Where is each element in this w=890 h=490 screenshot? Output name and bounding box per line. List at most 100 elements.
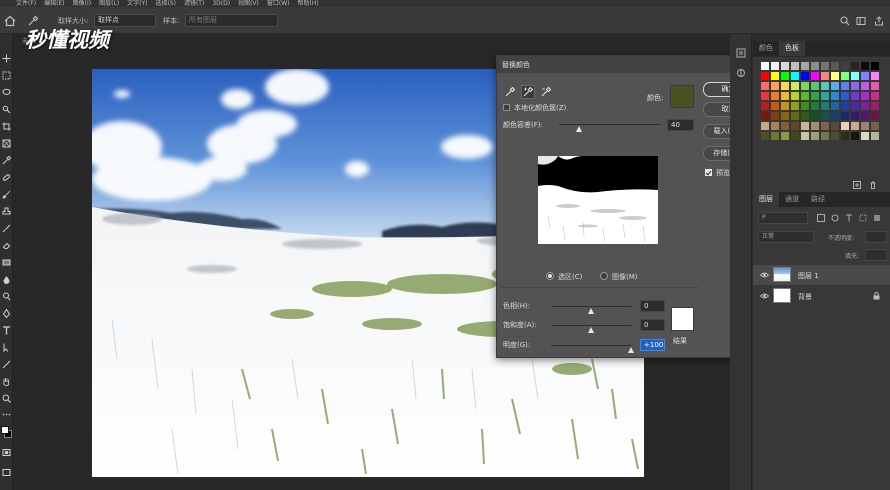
menu-file[interactable]: 文件(F) xyxy=(12,0,40,7)
menu-3d[interactable]: 3D(D) xyxy=(208,0,234,7)
swatch[interactable] xyxy=(861,122,869,130)
swatch[interactable] xyxy=(851,102,859,110)
swatch[interactable] xyxy=(831,72,839,80)
swatch[interactable] xyxy=(781,72,789,80)
eraser-tool-icon[interactable] xyxy=(2,241,11,250)
swatch[interactable] xyxy=(861,82,869,90)
swatch[interactable] xyxy=(781,122,789,130)
tab-swatches[interactable]: 色板 xyxy=(779,41,805,56)
swatch[interactable] xyxy=(801,112,809,120)
swatch[interactable] xyxy=(841,122,849,130)
line-tool-icon[interactable] xyxy=(2,360,11,369)
swatch[interactable] xyxy=(771,82,779,90)
swatch[interactable] xyxy=(841,102,849,110)
swatch[interactable] xyxy=(871,92,879,100)
swatch[interactable] xyxy=(871,82,879,90)
filter-pixel-icon[interactable] xyxy=(817,214,825,222)
more-tools-icon[interactable] xyxy=(2,410,11,419)
eyedropper-plus-icon[interactable] xyxy=(521,85,535,99)
layer-row[interactable]: 图层 1 xyxy=(753,265,890,285)
swatch[interactable] xyxy=(831,122,839,130)
menu-window[interactable]: 窗口(W) xyxy=(263,0,294,7)
swatch[interactable] xyxy=(861,132,869,140)
tab-paths[interactable]: 路径 xyxy=(805,192,831,207)
frame-tool-icon[interactable] xyxy=(2,139,11,148)
swatch[interactable] xyxy=(791,132,799,140)
swatch[interactable] xyxy=(791,122,799,130)
hand-tool-icon[interactable] xyxy=(2,377,11,386)
fuzziness-input[interactable]: 40 xyxy=(667,119,694,131)
saturation-slider[interactable] xyxy=(551,325,631,326)
filter-type-icon[interactable] xyxy=(845,214,853,222)
swatch[interactable] xyxy=(831,92,839,100)
swatch[interactable] xyxy=(861,112,869,120)
saturation-input[interactable]: 0 xyxy=(640,319,665,331)
swatch[interactable] xyxy=(841,72,849,80)
menu-help[interactable]: 帮助(H) xyxy=(294,0,323,7)
swatch[interactable] xyxy=(851,72,859,80)
swatch[interactable] xyxy=(761,122,769,130)
swatch[interactable] xyxy=(771,72,779,80)
swatch[interactable] xyxy=(851,112,859,120)
swatch[interactable] xyxy=(781,92,789,100)
quick-select-tool-icon[interactable] xyxy=(2,105,11,114)
foreground-color-swatch[interactable] xyxy=(1,426,9,434)
swatch[interactable] xyxy=(871,62,879,70)
healing-brush-icon[interactable] xyxy=(2,173,11,182)
lightness-input[interactable]: +100 xyxy=(640,339,665,351)
hue-slider-thumb[interactable] xyxy=(588,308,594,314)
swatch[interactable] xyxy=(821,82,829,90)
eye-icon[interactable] xyxy=(760,293,769,299)
lasso-tool-icon[interactable] xyxy=(2,88,11,97)
menu-image[interactable]: 图像(I) xyxy=(69,0,95,7)
sample-select[interactable]: 所有图层 xyxy=(185,14,278,27)
swatch[interactable] xyxy=(781,62,789,70)
swatch[interactable] xyxy=(801,132,809,140)
lightness-slider[interactable] xyxy=(551,345,631,346)
layer-filter-select[interactable]: P xyxy=(758,212,808,224)
swatch[interactable] xyxy=(871,132,879,140)
menu-edit[interactable]: 编辑(E) xyxy=(40,0,68,7)
menu-layer[interactable]: 图层(L) xyxy=(95,0,123,7)
stamp-tool-icon[interactable] xyxy=(2,207,11,216)
swatch[interactable] xyxy=(831,102,839,110)
swatch[interactable] xyxy=(871,112,879,120)
swatch[interactable] xyxy=(781,102,789,110)
menu-filter[interactable]: 滤镜(T) xyxy=(180,0,208,7)
workspace-icon[interactable] xyxy=(856,16,866,26)
picked-color-swatch[interactable] xyxy=(670,85,694,108)
type-tool-icon[interactable] xyxy=(2,326,11,335)
history-panel-icon[interactable] xyxy=(736,48,746,58)
fuzziness-slider-thumb[interactable] xyxy=(576,126,583,132)
brush-tool-icon[interactable] xyxy=(2,190,11,199)
swatch[interactable] xyxy=(801,62,809,70)
swatch[interactable] xyxy=(871,122,879,130)
swatch[interactable] xyxy=(861,62,869,70)
layer-row[interactable]: 背景 xyxy=(753,286,890,306)
marquee-tool-icon[interactable] xyxy=(2,71,11,80)
tab-channels[interactable]: 通道 xyxy=(779,192,805,207)
lightness-slider-thumb[interactable] xyxy=(628,347,634,353)
swatch[interactable] xyxy=(821,122,829,130)
swatch[interactable] xyxy=(801,92,809,100)
filter-adjust-icon[interactable] xyxy=(831,214,839,222)
eyedropper-minus-icon[interactable] xyxy=(539,85,553,99)
path-selection-icon[interactable] xyxy=(2,343,11,352)
saturation-slider-thumb[interactable] xyxy=(588,327,594,333)
swatch[interactable] xyxy=(811,102,819,110)
swatch[interactable] xyxy=(851,122,859,130)
swatch[interactable] xyxy=(841,82,849,90)
swatch[interactable] xyxy=(771,132,779,140)
delete-swatch-icon[interactable] xyxy=(869,181,877,189)
eyedropper-icon[interactable] xyxy=(503,85,517,99)
swatch[interactable] xyxy=(841,62,849,70)
eyedropper-icon[interactable] xyxy=(2,156,11,165)
pen-tool-icon[interactable] xyxy=(2,309,11,318)
dialog-titlebar[interactable]: 替换颜色 × xyxy=(497,56,760,73)
blend-mode-select[interactable]: 正常 xyxy=(758,231,814,243)
swatch[interactable] xyxy=(831,132,839,140)
swatch[interactable] xyxy=(761,72,769,80)
swatch[interactable] xyxy=(771,92,779,100)
swatch[interactable] xyxy=(781,112,789,120)
hue-slider[interactable] xyxy=(551,306,631,307)
